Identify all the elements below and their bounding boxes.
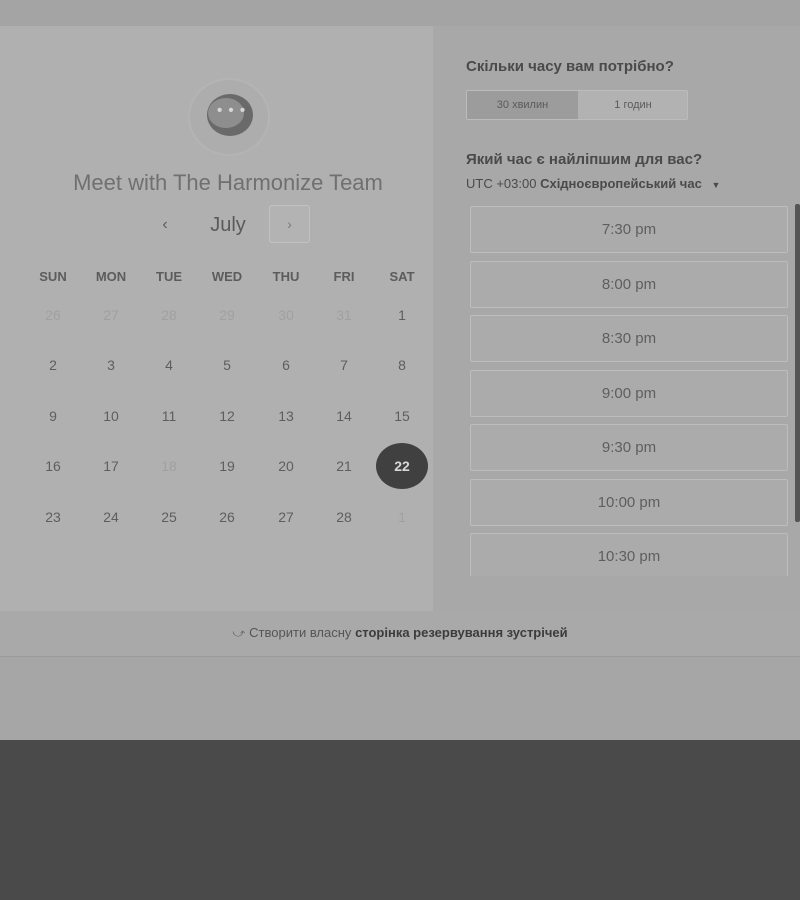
calendar-day: 1 — [398, 509, 406, 525]
time-slot-button[interactable]: 8:30 pm — [470, 315, 788, 362]
calendar-day[interactable]: 3 — [85, 342, 137, 388]
chevron-left-icon[interactable]: ‹ — [150, 205, 180, 245]
calendar-day[interactable]: 1 — [376, 292, 428, 338]
calendar-day[interactable]: 26 — [201, 494, 253, 540]
time-slot-button[interactable]: 7:30 pm — [470, 206, 788, 253]
weekday-header: THU — [272, 269, 300, 284]
calendar-day[interactable]: 16 — [27, 443, 79, 489]
calendar-day: 18 — [161, 458, 177, 474]
weekday-header: WED — [211, 269, 243, 284]
time-slot-button[interactable]: 10:00 pm — [470, 478, 788, 526]
weekday-header: TUE — [156, 269, 182, 284]
brand-logo: • • • — [190, 80, 268, 154]
calendar-day: 30 — [278, 307, 294, 323]
time-slot-list: 7:30 pm 8:00 pm 8:30 pm 9:00 pm 9:30 pm 10:00… — [470, 206, 790, 576]
footer-bar: ⤻ Створити власну сторінка резервування з… — [0, 611, 800, 657]
calendar-day: 29 — [219, 307, 235, 323]
calendar-day[interactable]: 8 — [376, 342, 428, 388]
booking-panel: Скільки часу вам потрібно? 30 хвилин 1 г… — [433, 26, 800, 611]
weekday-header: SUN — [39, 269, 67, 284]
time-slot-button[interactable]: 8:00 pm — [470, 260, 788, 308]
calendar-day[interactable]: 5 — [201, 342, 253, 388]
footer-prefix: Створити власну — [249, 625, 352, 640]
time-slot-button[interactable]: 10:30 pm — [470, 533, 788, 576]
calendar-day[interactable]: 12 — [201, 393, 253, 439]
timezone-offset: UTC +03:00 — [466, 176, 537, 191]
calendar-day: 26 — [45, 307, 61, 323]
calendar-day[interactable]: 20 — [260, 443, 312, 489]
calendar-panel: • • • Meet with The Harmonize Team ‹ Jul… — [0, 26, 433, 611]
duration-30-button[interactable]: 30 хвилин — [467, 91, 578, 119]
calendar-day[interactable]: 9 — [27, 393, 79, 439]
calendar-day: 31 — [336, 307, 352, 323]
duration-toggle: 30 хвилин 1 годин — [466, 90, 688, 120]
calendar-day[interactable]: 23 — [27, 494, 79, 540]
calendar-day[interactable]: 6 — [260, 342, 312, 388]
weekday-header: FRI — [333, 269, 355, 284]
slot-scrollbar[interactable] — [795, 204, 800, 522]
weekday-header: SAT — [389, 269, 415, 284]
calendar-day-selected[interactable]: 22 — [376, 443, 428, 489]
calendar-day[interactable]: 27 — [260, 494, 312, 540]
calendar-day[interactable]: 13 — [260, 393, 312, 439]
top-strip — [0, 0, 800, 26]
timezone-name: Східноєвропейський час — [540, 176, 702, 191]
footer-link[interactable]: ⤻ Створити власну сторінка резервування з… — [0, 611, 800, 655]
calendar-day[interactable]: 15 — [376, 393, 428, 439]
duration-question: Скільки часу вам потрібно? — [466, 58, 674, 75]
calendar-day[interactable]: 11 — [143, 393, 195, 439]
link-icon: ⤻ — [232, 626, 246, 640]
calendar-day[interactable]: 7 — [318, 342, 370, 388]
calendar-day[interactable]: 2 — [27, 342, 79, 388]
calendar-day[interactable]: 14 — [318, 393, 370, 439]
event-title: Meet with The Harmonize Team — [73, 170, 383, 195]
calendar-day[interactable]: 24 — [85, 494, 137, 540]
time-slot-button[interactable]: 9:00 pm — [470, 369, 788, 417]
timezone-selector[interactable]: UTC +03:00 Східноєвропейський час ▼ — [466, 176, 720, 191]
calendar-day[interactable]: 19 — [201, 443, 253, 489]
calendar-day[interactable]: 4 — [143, 342, 195, 388]
calendar-day[interactable]: 21 — [318, 443, 370, 489]
calendar-day: 28 — [161, 307, 177, 323]
caret-down-icon: ▼ — [711, 180, 721, 190]
time-question: Який час є найліпшим для вас? — [466, 151, 703, 168]
month-navigation: ‹ July › — [150, 205, 320, 245]
calendar-day[interactable]: 10 — [85, 393, 137, 439]
calendar-day: 27 — [103, 307, 119, 323]
calendar-day[interactable]: 17 — [85, 443, 137, 489]
chevron-right-icon[interactable]: › — [269, 205, 310, 243]
month-label: July — [210, 214, 246, 236]
calendar-day[interactable]: 28 — [318, 494, 370, 540]
weekday-header: MON — [95, 269, 127, 284]
footer-link-text[interactable]: сторінка резервування зустрічей — [355, 625, 568, 640]
calendar-day[interactable]: 25 — [143, 494, 195, 540]
duration-60-button[interactable]: 1 годин — [578, 91, 687, 119]
time-slot-button[interactable]: 9:30 pm — [470, 424, 788, 471]
